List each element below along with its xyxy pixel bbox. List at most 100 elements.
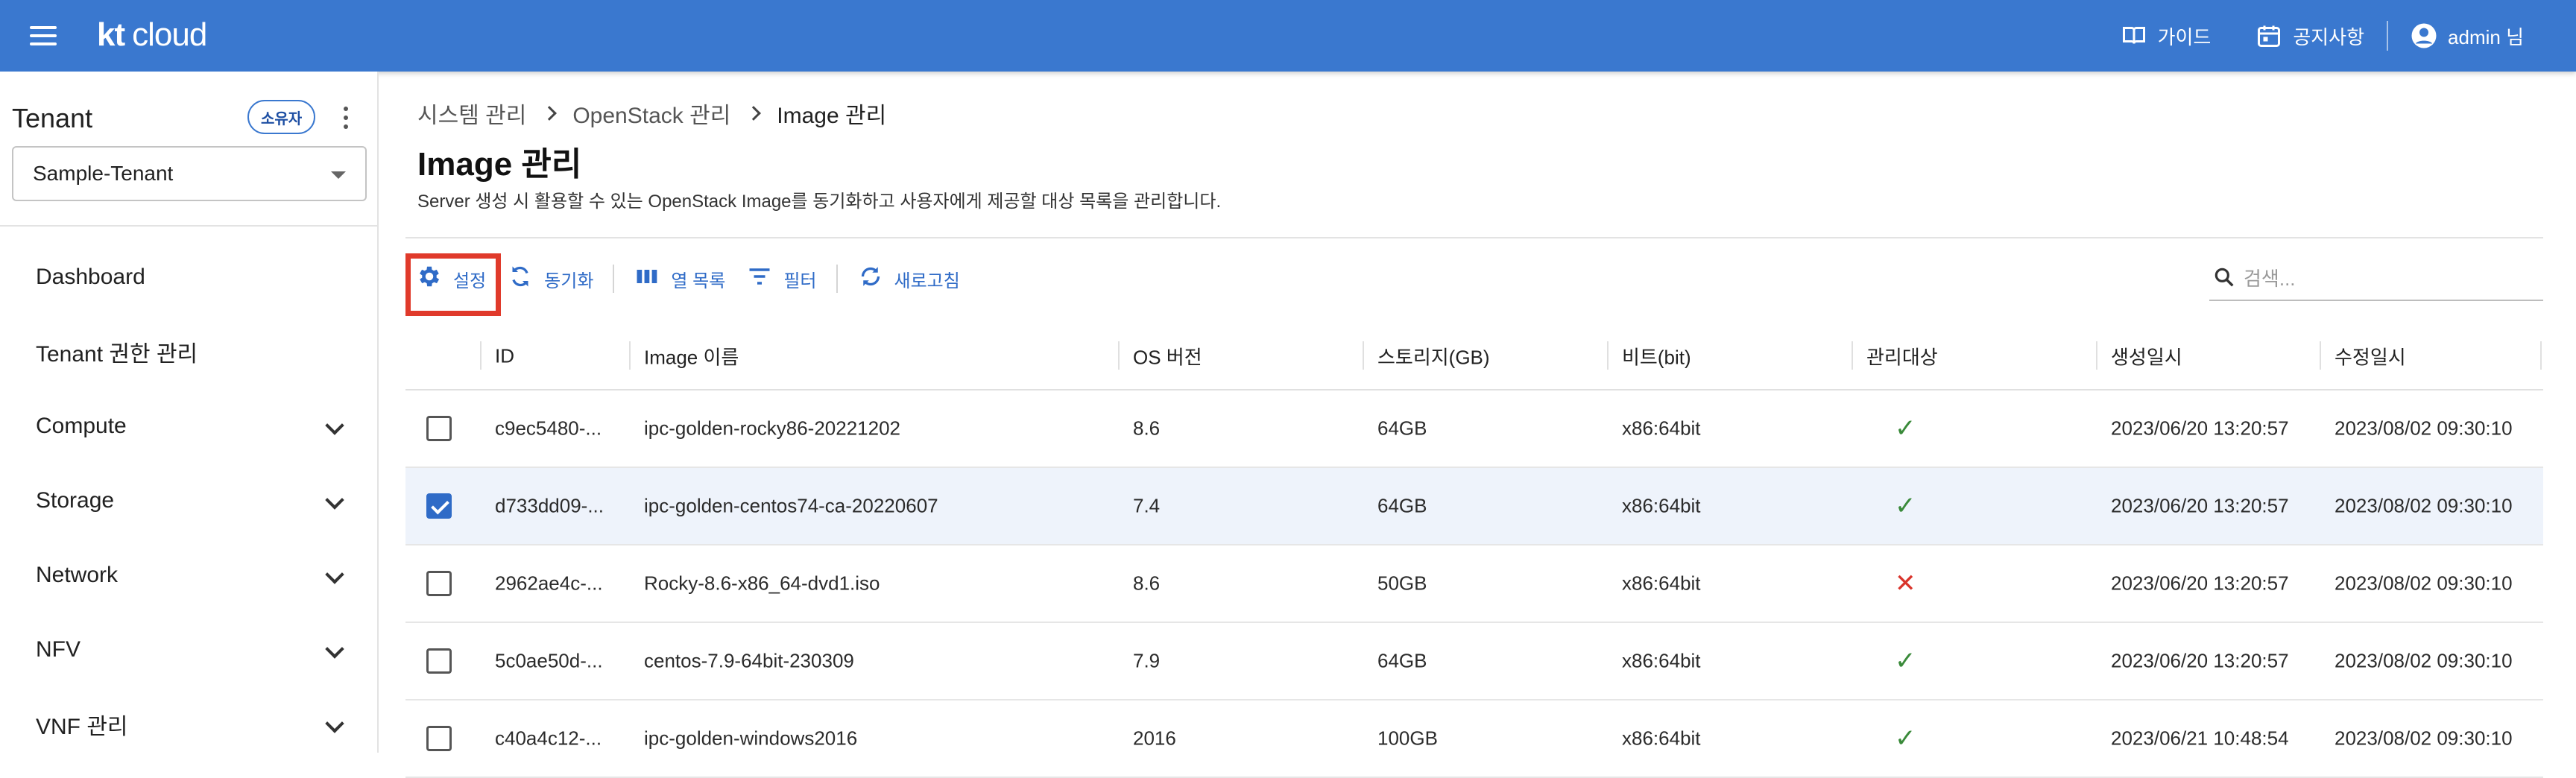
table-row[interactable]: c9ec5480-... ipc-golden-rocky86-20221202…	[405, 390, 2543, 468]
table-row[interactable]: d733dd09-... ipc-golden-centos74-ca-2022…	[405, 468, 2543, 545]
column-separator	[2096, 341, 2097, 370]
table-row[interactable]: 2962ae4c-... Rocky-8.6-x86_64-dvd1.iso 8…	[405, 545, 2543, 623]
user-menu[interactable]: admin 님	[2388, 22, 2546, 50]
column-separator	[629, 341, 631, 370]
row-checkbox[interactable]	[426, 493, 452, 519]
settings-label: 설정	[453, 271, 487, 291]
breadcrumb-item[interactable]: OpenStack 관리	[572, 97, 730, 130]
logo-kt: kt	[97, 16, 125, 53]
table-row[interactable]: 5c0ae50d-... centos-7.9-64bit-230309 7.9…	[405, 623, 2543, 700]
sidebar-item-label: Tenant 권한 관리	[36, 342, 198, 367]
row-checkbox[interactable]	[426, 726, 452, 751]
chevron-right-icon	[542, 106, 558, 121]
page-title: Image 관리	[417, 146, 582, 183]
column-separator	[1118, 341, 1120, 370]
sync-button[interactable]: 동기화	[496, 255, 604, 303]
sync-icon	[507, 263, 534, 295]
cell-id: c9ec5480-...	[495, 417, 602, 440]
sidebar-item-vnf[interactable]: VNF 관리	[0, 687, 377, 762]
table-toolbar: 설정 동기화 열 목록 필터 새로고침	[405, 249, 970, 316]
column-header-id[interactable]: ID	[495, 345, 514, 368]
tenant-label: Tenant	[12, 103, 93, 133]
check-icon: ✓	[1895, 724, 1916, 753]
chevron-down-icon	[325, 490, 344, 510]
settings-button[interactable]: 설정	[405, 253, 501, 316]
columns-button[interactable]: 열 목록	[623, 255, 736, 303]
breadcrumb: 시스템 관리 OpenStack 관리 Image 관리	[417, 97, 886, 130]
cell-created: 2023/06/21 10:48:54	[2111, 727, 2289, 750]
row-checkbox[interactable]	[426, 571, 452, 596]
cell-os: 7.4	[1133, 494, 1161, 517]
gear-icon	[416, 263, 443, 295]
cell-bit: x86:64bit	[1622, 727, 1701, 750]
cell-storage: 50GB	[1377, 572, 1427, 595]
cell-name: ipc-golden-centos74-ca-20220607	[644, 494, 938, 517]
column-header-bit[interactable]: 비트(bit)	[1622, 343, 1691, 370]
calendar-icon	[2255, 22, 2282, 49]
cell-os: 8.6	[1133, 572, 1161, 595]
cell-name: centos-7.9-64bit-230309	[644, 649, 854, 672]
logo-cloud: cloud	[132, 16, 207, 53]
breadcrumb-item[interactable]: 시스템 관리	[417, 97, 526, 130]
column-separator	[2540, 341, 2542, 370]
row-checkbox[interactable]	[426, 648, 452, 674]
guide-label: 가이드	[2157, 25, 2212, 48]
more-vert-icon[interactable]	[337, 103, 355, 133]
cell-name: ipc-golden-rocky86-20221202	[644, 417, 901, 440]
main-content: 시스템 관리 OpenStack 관리 Image 관리 Image 관리 Se…	[379, 72, 2576, 778]
sidebar-item-dashboard[interactable]: Dashboard	[0, 240, 377, 314]
search-icon	[2212, 265, 2236, 293]
chevron-down-icon	[325, 714, 344, 733]
cell-updated: 2023/08/02 09:30:10	[2334, 727, 2513, 750]
chevron-down-icon	[325, 639, 344, 659]
tenant-select[interactable]: Sample-Tenant	[12, 146, 367, 201]
cell-updated: 2023/08/02 09:30:10	[2334, 649, 2513, 672]
column-header-name[interactable]: Image 이름	[644, 343, 739, 370]
check-icon: ✓	[1895, 492, 1916, 520]
row-checkbox[interactable]	[426, 416, 452, 441]
cell-created: 2023/06/20 13:20:57	[2111, 649, 2289, 672]
sidebar-item-tenant-permission[interactable]: Tenant 권한 관리	[0, 314, 377, 389]
guide-link[interactable]: 가이드	[2098, 22, 2234, 50]
cell-id: 5c0ae50d-...	[495, 649, 603, 672]
column-header-created[interactable]: 생성일시	[2111, 343, 2182, 370]
sidebar-item-network[interactable]: Network	[0, 538, 377, 613]
cell-bit: x86:64bit	[1622, 494, 1701, 517]
table-row[interactable]: c40a4c12-... ipc-golden-windows2016 2016…	[405, 700, 2543, 778]
cell-updated: 2023/08/02 09:30:10	[2334, 494, 2513, 517]
kt-cloud-logo[interactable]: kt cloud	[97, 16, 207, 54]
breadcrumb-current: Image 관리	[777, 104, 887, 128]
top-app-bar: kt cloud 가이드 공지사항 admin 님	[0, 0, 2576, 72]
book-icon	[2121, 22, 2147, 49]
sidebar-item-label: Compute	[36, 414, 127, 438]
column-header-os[interactable]: OS 버전	[1133, 343, 1202, 370]
hamburger-menu-icon[interactable]	[30, 21, 63, 51]
sidebar-item-label: VNF 관리	[36, 715, 128, 739]
notice-link[interactable]: 공지사항	[2233, 22, 2387, 50]
user-label: admin 님	[2448, 25, 2524, 48]
column-header-managed[interactable]: 관리대상	[1866, 343, 1938, 370]
cell-name: ipc-golden-windows2016	[644, 727, 858, 750]
filter-label: 필터	[783, 271, 817, 291]
refresh-button[interactable]: 새로고침	[847, 255, 970, 303]
tenant-select-value: Sample-Tenant	[33, 162, 174, 185]
sidebar-item-label: Dashboard	[36, 265, 145, 289]
cell-storage: 64GB	[1377, 649, 1427, 672]
sidebar-item-nfv[interactable]: NFV	[0, 613, 377, 687]
column-header-updated[interactable]: 수정일시	[2334, 343, 2406, 370]
sidebar-item-storage[interactable]: Storage	[0, 464, 377, 538]
sidebar-item-compute[interactable]: Compute	[0, 389, 377, 464]
search-input[interactable]	[2244, 267, 2527, 291]
search-field[interactable]	[2209, 258, 2543, 301]
column-header-storage[interactable]: 스토리지(GB)	[1377, 343, 1490, 370]
notice-label: 공지사항	[2293, 25, 2365, 48]
filter-button[interactable]: 필터	[736, 255, 827, 303]
column-separator	[1852, 341, 1853, 370]
page-description: Server 생성 시 활용할 수 있는 OpenStack Image를 동기…	[417, 192, 1222, 212]
toolbar-divider	[613, 265, 615, 293]
toolbar-divider	[836, 265, 838, 293]
view-column-icon	[634, 263, 660, 295]
cell-storage: 64GB	[1377, 417, 1427, 440]
content-divider	[405, 237, 2543, 238]
refresh-icon	[857, 263, 884, 295]
